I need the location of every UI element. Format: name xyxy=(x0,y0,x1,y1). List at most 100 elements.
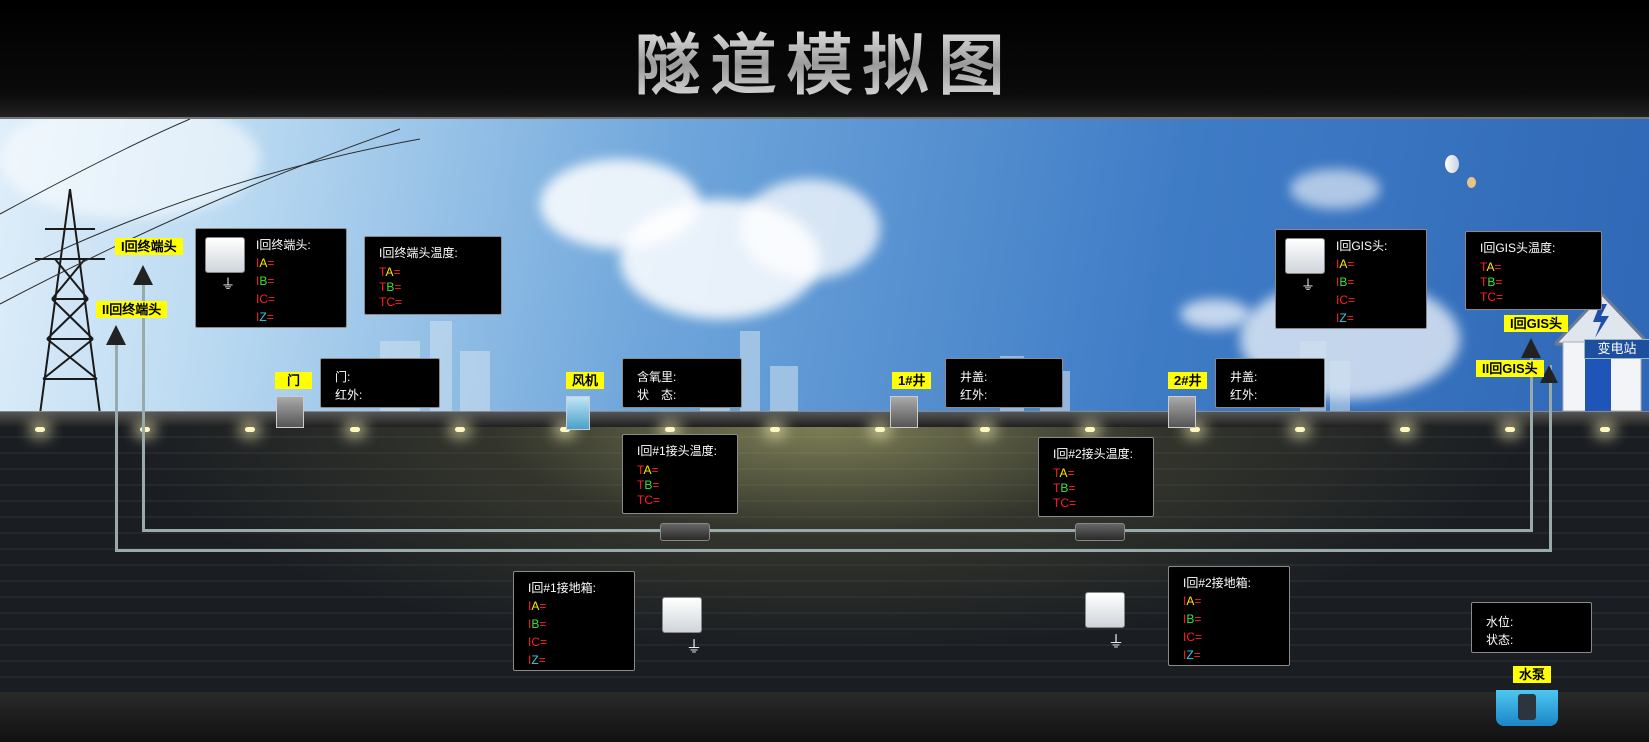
current-iz: IZ= xyxy=(1336,311,1354,325)
temp-ta: TA= xyxy=(1053,466,1074,480)
ground-surface xyxy=(0,411,1649,428)
door-status-label: 门: xyxy=(335,370,351,384)
panel-gis-current[interactable]: ⏚ I回GIS头: IA= IB= IC= IZ= xyxy=(1275,229,1427,329)
panel-title: I回#1接头温度: xyxy=(637,444,718,458)
tag-well2[interactable]: 2#井 xyxy=(1168,372,1208,389)
water-pump-icon[interactable] xyxy=(1496,690,1558,726)
fan-status-label: 状 态: xyxy=(637,388,677,402)
reading-label: = xyxy=(653,493,661,507)
well1-device-icon[interactable] xyxy=(890,396,918,428)
tag-fan[interactable]: 风机 xyxy=(566,372,605,389)
reading-label: = xyxy=(1068,481,1076,495)
current-ia: IA= xyxy=(256,256,274,270)
panel-terminal-current[interactable]: ⏚ I回终端头: IA= IB= IC= IZ= xyxy=(195,228,347,328)
loop2-terminal-arrow-icon[interactable] xyxy=(106,325,126,345)
panel-pump[interactable]: 水位: 状态: xyxy=(1471,602,1592,653)
loop1-terminal-arrow-icon[interactable] xyxy=(133,265,153,285)
temp-ta: TA= xyxy=(637,463,658,477)
reading-label: C xyxy=(259,292,269,306)
tag-loop1-gis[interactable]: I回GIS头 xyxy=(1504,315,1569,332)
tag-loop2-terminal[interactable]: II回终端头 xyxy=(96,301,168,318)
panel-title: I回GIS头: xyxy=(1336,239,1388,253)
reading-label: = xyxy=(1193,648,1201,662)
panel-joint2-temp[interactable]: I回#2接头温度: TA= TB= TC= xyxy=(1038,437,1154,517)
tag-loop1-terminal[interactable]: I回终端头 xyxy=(115,238,183,255)
balloon-icon xyxy=(1467,177,1476,188)
panel-well1[interactable]: 井盖: 红外: xyxy=(945,358,1063,408)
ground-box2-icon[interactable] xyxy=(1085,592,1125,628)
lamp-icon xyxy=(245,427,255,432)
lamp-icon xyxy=(1295,427,1305,432)
tag-door[interactable]: 门 xyxy=(275,372,313,389)
tag-loop2-gis[interactable]: II回GIS头 xyxy=(1476,360,1544,377)
panel-ground2[interactable]: I回#2接地箱: IA= IB= IC= IZ= xyxy=(1168,566,1290,666)
lamp-icon xyxy=(1600,427,1610,432)
loop1-gis-arrow-icon[interactable] xyxy=(1521,338,1541,358)
panel-terminal-temp[interactable]: I回终端头温度: TA= TB= TC= xyxy=(364,236,502,315)
reading-label: Z xyxy=(1186,648,1194,662)
lamp-icon xyxy=(1400,427,1410,432)
pump-water-level-label: 水位: xyxy=(1486,615,1514,629)
cable-loop1-horizontal xyxy=(144,529,1532,532)
joint2-icon[interactable] xyxy=(1075,523,1125,541)
reading-label: = xyxy=(267,256,275,270)
fan-oxygen-label: 含氧里: xyxy=(637,370,677,384)
current-ib: IB= xyxy=(256,274,274,288)
well2-device-icon[interactable] xyxy=(1168,396,1196,428)
reading-label: = xyxy=(1347,257,1355,271)
reading-label: = xyxy=(1494,260,1502,274)
reading-label: Z xyxy=(531,653,539,667)
ground-symbol-icon: ⏚ xyxy=(1108,634,1125,651)
reading-label: = xyxy=(267,274,275,288)
panel-well2[interactable]: 井盖: 红外: xyxy=(1215,358,1325,408)
reading-label: = xyxy=(539,617,547,631)
lamp-icon xyxy=(350,427,360,432)
temp-tc: TC= xyxy=(379,295,402,309)
cable-loop2-right-riser xyxy=(1549,365,1552,552)
reading-label: = xyxy=(1346,311,1354,325)
reading-label: = xyxy=(651,463,659,477)
temp-tb: TB= xyxy=(1053,481,1075,495)
temp-tb: TB= xyxy=(637,478,659,492)
temp-tc: TC= xyxy=(637,493,660,507)
cable-loop2-left-riser xyxy=(115,345,118,552)
well2-infrared-label: 红外: xyxy=(1230,388,1258,402)
current-ib: IB= xyxy=(528,617,546,631)
door-device-icon[interactable] xyxy=(276,396,304,428)
lamp-icon xyxy=(35,427,45,432)
door-infrared-label: 红外: xyxy=(335,388,363,402)
reading-label: C xyxy=(644,493,654,507)
tag-pump[interactable]: 水泵 xyxy=(1513,666,1552,683)
lamp-icon xyxy=(770,427,780,432)
current-iz: IZ= xyxy=(528,653,546,667)
reading-label: = xyxy=(538,653,546,667)
tunnel-wall xyxy=(0,427,1649,692)
panel-gis-temp[interactable]: I回GIS头温度: TA= TB= TC= xyxy=(1465,231,1602,310)
reading-label: = xyxy=(652,478,660,492)
panel-door[interactable]: 门: 红外: xyxy=(320,358,440,408)
lamp-icon xyxy=(1505,427,1515,432)
ground-box1-icon[interactable] xyxy=(662,597,702,633)
reading-label: C xyxy=(386,295,396,309)
ground-box-icon xyxy=(1285,238,1325,274)
temp-ta: TA= xyxy=(379,265,400,279)
reading-label: C xyxy=(1487,290,1497,304)
panel-ground1[interactable]: I回#1接地箱: IA= IB= IC= IZ= xyxy=(513,571,635,671)
reading-label: Z xyxy=(1339,311,1347,325)
reading-label: = xyxy=(393,265,401,279)
tag-well1[interactable]: 1#井 xyxy=(892,372,932,389)
joint1-icon[interactable] xyxy=(660,523,710,541)
current-ib: IB= xyxy=(1336,275,1354,289)
reading-label: = xyxy=(266,310,274,324)
reading-label: C xyxy=(1339,293,1349,307)
panel-joint1-temp[interactable]: I回#1接头温度: TA= TB= TC= xyxy=(622,434,738,514)
current-ic: IC= xyxy=(528,635,547,649)
reading-label: Z xyxy=(259,310,267,324)
reading-label: C xyxy=(531,635,541,649)
reading-label: = xyxy=(1348,293,1356,307)
panel-fan[interactable]: 含氧里: 状 态: xyxy=(622,358,742,408)
panel-title: I回#2接头温度: xyxy=(1053,447,1134,461)
current-iz: IZ= xyxy=(256,310,274,324)
fan-device-icon[interactable] xyxy=(566,396,590,430)
tunnel-floor xyxy=(0,692,1649,742)
